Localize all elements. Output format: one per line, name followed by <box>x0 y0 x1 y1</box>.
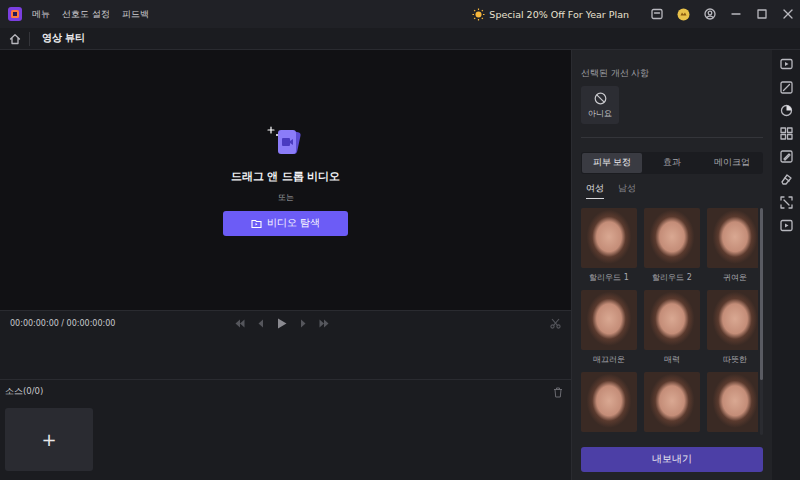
category-tab[interactable]: 피부 보정 <box>582 153 642 173</box>
message-icon[interactable] <box>651 8 663 20</box>
preset-card[interactable]: 할리우드 2 <box>644 208 700 286</box>
menu-item[interactable]: 피드백 <box>122 8 149 21</box>
preset-label[interactable]: 매끄러운 <box>593 350 625 368</box>
timeline-area <box>0 335 571 380</box>
preset-thumbnail[interactable] <box>581 372 637 432</box>
preset-card[interactable]: 귀여운 <box>707 208 758 286</box>
window-controls <box>651 8 794 21</box>
preset-thumbnail[interactable] <box>707 290 758 350</box>
transport-controls <box>235 318 329 329</box>
none-enhancement[interactable]: 아니요 <box>581 86 619 124</box>
timecode: 00:00:00:00 / 00:00:00:00 <box>10 319 210 328</box>
preset-grid: 할리우드 1 할리우드 2 귀여운매끄러운 매력 따뜻한 <box>581 208 758 435</box>
gender-tab[interactable]: 남성 <box>618 183 636 199</box>
folder-icon[interactable] <box>251 218 262 229</box>
feature-tab[interactable]: 영상 뷰티 <box>30 32 97 45</box>
fast-forward-icon[interactable] <box>319 319 329 328</box>
drop-title: 드래그 앤 드롭 비디오 <box>231 170 341 184</box>
workspace: 드래그 앤 드롭 비디오또는비디오 탐색 00:00:00:00 / 00:00:… <box>0 50 800 480</box>
category-tabs: 피부 보정효과메이크업 <box>581 152 763 174</box>
beauty-panel: 선택된 개선 사항아니요피부 보정효과메이크업여성 남성할리우드 1 할리우드 2 귀… <box>572 50 772 480</box>
scrollbar[interactable] <box>760 208 763 435</box>
menu-bar: 메뉴 선호도 설정 피드백 <box>32 8 149 21</box>
preset-card[interactable]: 매끄러운 <box>581 290 637 368</box>
preset-card[interactable] <box>581 372 637 432</box>
menu-item[interactable]: 선호도 설정 <box>62 8 110 21</box>
preset-thumbnail[interactable] <box>581 208 637 268</box>
account-icon[interactable] <box>704 8 716 20</box>
preset-label[interactable]: 매력 <box>664 350 680 368</box>
category-tab[interactable]: 효과 <box>642 153 702 173</box>
preset-card[interactable]: 할리우드 1 <box>581 208 637 286</box>
preset-label[interactable]: 귀여운 <box>723 268 747 286</box>
player-controls: 00:00:00:00 / 00:00:00:00 <box>0 310 571 335</box>
maximize-icon[interactable] <box>756 8 768 20</box>
source-panel: 소스(0/0) + <box>0 380 571 480</box>
scissors-icon[interactable] <box>550 318 561 329</box>
scroll-thumb[interactable] <box>760 208 763 380</box>
preset-thumbnail[interactable] <box>644 290 700 350</box>
add-source-button[interactable]: + <box>5 408 93 471</box>
none-label: 아니요 <box>588 108 612 119</box>
home-icon[interactable] <box>9 33 21 45</box>
category-tab[interactable]: 메이크업 <box>702 153 762 173</box>
title-bar: 메뉴 선호도 설정 피드백 Special 20% Off For Year Plan <box>0 0 800 28</box>
browse-video-button[interactable]: 비디오 탐색 <box>223 211 348 236</box>
adjust-icon[interactable] <box>780 81 793 94</box>
video-enhance-icon[interactable] <box>780 58 793 71</box>
preset-card[interactable] <box>644 372 700 432</box>
player-icon[interactable] <box>780 219 793 232</box>
preset-thumbnail[interactable] <box>644 372 700 432</box>
eraser-icon[interactable] <box>780 173 793 186</box>
grid-icon[interactable] <box>780 127 793 140</box>
crop-icon[interactable] <box>780 196 793 209</box>
preset-thumbnail[interactable] <box>707 372 758 432</box>
video-file-icon <box>266 124 306 160</box>
close-icon[interactable] <box>782 8 794 20</box>
sun-icon <box>472 8 485 21</box>
home-button[interactable] <box>0 32 30 46</box>
promo-text[interactable]: Special 20% Off For Year Plan <box>489 9 629 20</box>
preset-thumbnail[interactable] <box>644 208 700 268</box>
previous-frame-icon[interactable] <box>257 319 265 328</box>
preview-area[interactable]: 드래그 앤 드롭 비디오또는비디오 탐색 <box>0 50 571 310</box>
source-header: 소스(0/0) <box>5 386 566 398</box>
next-frame-icon[interactable] <box>299 319 307 328</box>
gender-tab[interactable]: 여성 <box>586 183 604 199</box>
preset-card[interactable] <box>707 372 758 432</box>
app-logo-icon <box>8 7 22 21</box>
preset-list: 할리우드 1 할리우드 2 귀여운매끄러운 매력 따뜻한 <box>581 208 763 435</box>
play-icon[interactable] <box>277 318 287 329</box>
edit-icon[interactable] <box>780 150 793 163</box>
preset-label[interactable]: 따뜻한 <box>723 350 747 368</box>
trash-icon[interactable] <box>553 387 563 398</box>
rewind-icon[interactable] <box>235 319 245 328</box>
or-label: 또는 <box>278 192 294 203</box>
tab-bar: 영상 뷰티 <box>0 28 800 50</box>
beauty-icon[interactable] <box>780 104 793 117</box>
source-count: 소스(0/0) <box>5 386 43 398</box>
menu-item[interactable]: 메뉴 <box>32 8 50 21</box>
export-button[interactable]: 내보내기 <box>581 447 763 472</box>
minimize-icon[interactable] <box>730 8 742 20</box>
tool-strip <box>772 50 800 480</box>
gender-tabs: 여성 남성 <box>586 183 763 199</box>
no-effect-icon <box>594 92 607 105</box>
selected-enhancements-title: 선택된 개선 사항 <box>581 68 763 80</box>
premium-icon[interactable] <box>677 8 690 21</box>
preset-label[interactable]: 할리우드 1 <box>589 268 629 286</box>
editor-column: 드래그 앤 드롭 비디오또는비디오 탐색 00:00:00:00 / 00:00:… <box>0 50 572 480</box>
preset-card[interactable]: 매력 <box>644 290 700 368</box>
promo-banner[interactable]: Special 20% Off For Year Plan <box>472 8 629 21</box>
preset-label[interactable]: 할리우드 2 <box>652 268 692 286</box>
preset-card[interactable]: 따뜻한 <box>707 290 758 368</box>
browse-label[interactable]: 비디오 탐색 <box>267 217 320 230</box>
preset-thumbnail[interactable] <box>581 290 637 350</box>
preset-thumbnail[interactable] <box>707 208 758 268</box>
